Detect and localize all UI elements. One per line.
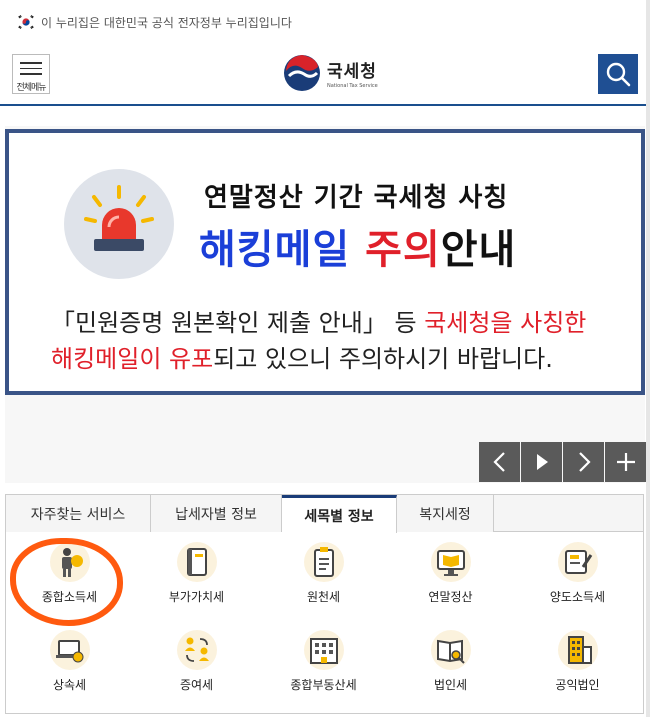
banner-carousel: 연말정산 기간 국세청 사칭 해킹메일 주의안내 「민원증명 원본확인 제출 안… <box>5 126 645 483</box>
service-item-corporate-tax[interactable]: 법인세 <box>387 630 514 702</box>
laptop-coin-icon <box>49 630 90 670</box>
gov-notice-bar: 이 누리집은 대한민국 공식 전자정부 누리집입니다 <box>0 0 650 44</box>
korea-flag-icon <box>17 13 35 31</box>
service-label: 법인세 <box>433 678 468 692</box>
person-icon <box>49 542 90 582</box>
gov-notice-text: 이 누리집은 대한민국 공식 전자정부 누리집입니다 <box>41 15 292 30</box>
people-exchange-icon <box>176 630 217 670</box>
building-icon <box>557 630 598 670</box>
book-icon <box>176 542 217 582</box>
banner-slide[interactable]: 연말정산 기간 국세청 사칭 해킹메일 주의안내 「민원증명 원본확인 제출 안… <box>5 129 645 395</box>
hamburger-line <box>20 67 42 70</box>
play-button[interactable] <box>521 442 562 482</box>
banner-title: 연말정산 기간 국세청 사칭 <box>204 183 509 213</box>
clipboard-icon <box>303 542 344 582</box>
service-label: 연말정산 <box>428 590 473 604</box>
service-item-comprehensive-property-tax[interactable]: 종합부동산세 <box>260 630 387 702</box>
tab-tax-item-info[interactable]: 세목별 정보 <box>282 495 397 533</box>
all-menu-label: 전체메뉴 <box>16 82 46 93</box>
service-item-public-interest-corporation[interactable]: 공익법인 <box>514 630 641 702</box>
service-label: 상속세 <box>52 678 87 692</box>
search-button[interactable] <box>598 54 638 94</box>
service-item-vat[interactable]: 부가가치세 <box>133 542 260 614</box>
plus-icon <box>616 453 635 471</box>
tab-frequent-services[interactable]: 자주찾는 서비스 <box>6 495 151 532</box>
service-item-gift-tax[interactable]: 증여세 <box>133 630 260 702</box>
desc1-black: 「민원증명 원본확인 제출 안내」 등 <box>51 309 425 337</box>
headline-blue-part: 해킹메일 <box>199 227 366 273</box>
service-item-income-tax[interactable]: 종합소득세 <box>6 542 133 614</box>
service-label: 양도소득세 <box>549 590 606 604</box>
banner-desc-line1: 「민원증명 원본확인 제출 안내」 등 국세청을 사칭한 <box>51 303 586 338</box>
next-slide-button[interactable] <box>563 442 604 482</box>
desc1-red: 국세청을 사칭한 <box>424 309 587 337</box>
headline-black-part: 안내 <box>440 227 517 273</box>
desc2-black: 되고 있으니 주의하시기 바랍니다. <box>213 345 553 373</box>
banner-desc-line2: 해킹메일이 유포되고 있으니 주의하시기 바랍니다. <box>51 339 553 374</box>
headline-red-part: 주의 <box>365 227 441 273</box>
nts-emblem-icon <box>284 55 320 91</box>
tab-welfare[interactable]: 복지세정 <box>397 495 494 532</box>
tab-taxpayer-info[interactable]: 납세자별 정보 <box>151 495 282 532</box>
tab-list: 자주찾는 서비스 납세자별 정보 세목별 정보 복지세정 <box>6 495 643 533</box>
service-label: 부가가치세 <box>168 590 225 604</box>
desc2-red: 해킹메일이 유포 <box>51 345 214 373</box>
all-menu-button[interactable]: 전체메뉴 <box>12 54 50 94</box>
hamburger-line <box>20 73 42 76</box>
service-label: 증여세 <box>179 678 214 692</box>
logo-subtext: National Tax Service <box>327 83 378 89</box>
service-item-capital-gains-tax[interactable]: 양도소득세 <box>514 542 641 614</box>
site-header: 전체메뉴 국세청 National Tax Service <box>0 44 650 106</box>
chevron-left-icon <box>492 452 505 472</box>
logo-text: 국세청 <box>327 62 377 82</box>
document-pen-icon <box>557 542 598 582</box>
service-item-inheritance-tax[interactable]: 상속세 <box>6 630 133 702</box>
search-icon <box>606 62 631 87</box>
service-item-withholding-tax[interactable]: 원천세 <box>260 542 387 614</box>
siren-icon <box>64 169 174 279</box>
chevron-right-icon <box>578 452 591 472</box>
play-icon <box>536 454 548 470</box>
prev-slide-button[interactable] <box>479 442 520 482</box>
book-magnifier-icon <box>430 630 471 670</box>
service-tabs-panel: 자주찾는 서비스 납세자별 정보 세목별 정보 복지세정 종합소득세 부가가치세… <box>5 494 644 714</box>
service-label: 종합소득세 <box>41 590 98 604</box>
monitor-book-icon <box>430 542 471 582</box>
more-banners-button[interactable] <box>605 442 646 482</box>
hamburger-icon <box>20 62 42 64</box>
service-item-year-end-settlement[interactable]: 연말정산 <box>387 542 514 614</box>
nts-logo[interactable]: 국세청 National Tax Service <box>283 54 378 92</box>
service-label: 공익법인 <box>555 678 600 692</box>
page-scrollbar[interactable] <box>646 0 650 717</box>
service-label: 종합부동산세 <box>290 678 357 692</box>
service-label: 원천세 <box>306 590 341 604</box>
banner-headline: 해킹메일 주의안내 <box>199 217 516 275</box>
slider-controls <box>479 442 647 482</box>
buildings-icon <box>303 630 344 670</box>
